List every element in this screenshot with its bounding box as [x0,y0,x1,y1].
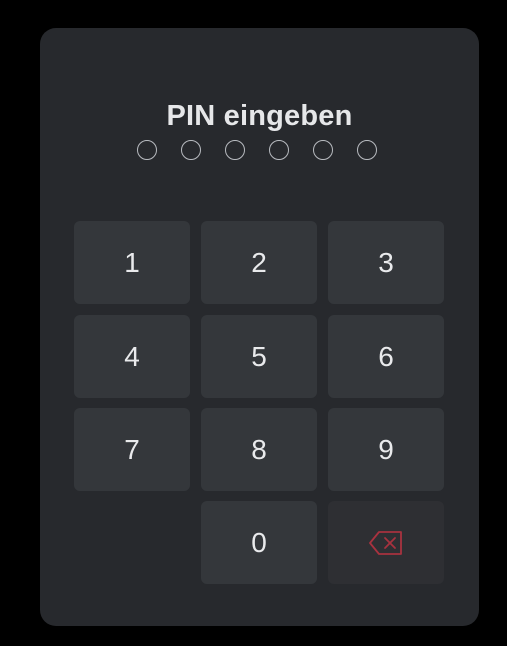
backspace-icon [369,530,402,555]
key-label: 7 [124,433,140,465]
key-0[interactable]: 0 [201,501,317,584]
key-label: 3 [378,246,394,278]
pin-indicator [137,140,383,164]
key-label: 5 [251,340,267,372]
key-1[interactable]: 1 [74,221,190,304]
key-8[interactable]: 8 [201,408,317,491]
key-label: 4 [124,340,140,372]
key-3[interactable]: 3 [328,221,444,304]
pin-dot [225,140,245,160]
key-label: 9 [378,433,394,465]
key-9[interactable]: 9 [328,408,444,491]
key-label: 1 [124,246,140,278]
pin-dot [137,140,157,160]
pin-title: PIN eingeben [166,100,353,132]
pin-dialog: PIN eingeben 1 2 3 4 5 6 7 8 9 0 [40,28,479,626]
key-7[interactable]: 7 [74,408,190,491]
pin-dot [269,140,289,160]
pin-dot [357,140,377,160]
key-4[interactable]: 4 [74,315,190,398]
key-label: 6 [378,340,394,372]
backspace-button[interactable] [328,501,444,584]
key-5[interactable]: 5 [201,315,317,398]
pin-dot [313,140,333,160]
key-label: 0 [251,526,267,558]
key-label: 8 [251,433,267,465]
key-label: 2 [251,246,267,278]
key-2[interactable]: 2 [201,221,317,304]
pin-dot [181,140,201,160]
key-6[interactable]: 6 [328,315,444,398]
